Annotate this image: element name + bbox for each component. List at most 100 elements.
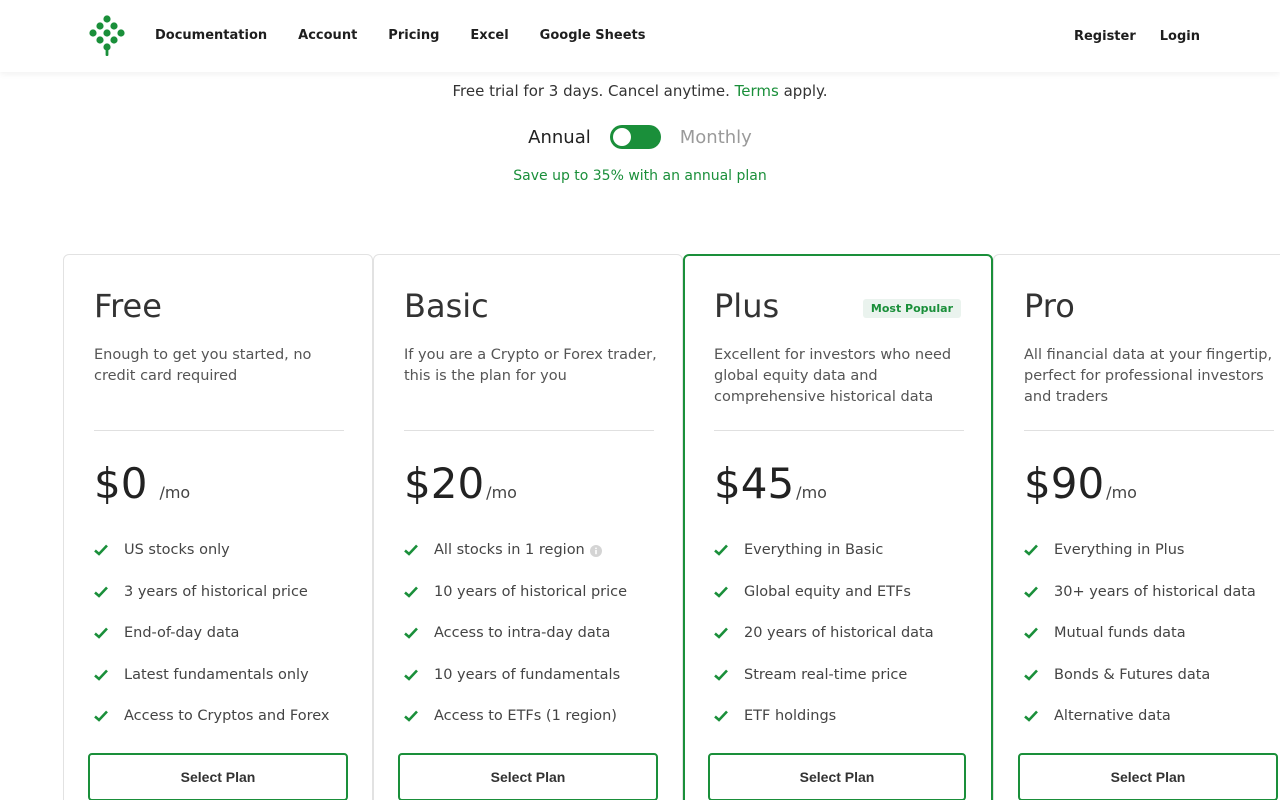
feature-text: All stocks in 1 region xyxy=(434,542,585,558)
price-amount: $20 xyxy=(404,459,485,508)
plan-card-pro: Pro All financial data at your fingertip… xyxy=(993,254,1280,800)
feature-text: Everything in Basic xyxy=(744,542,884,558)
plan-card-plus: Plus Most Popular Excellent for investor… xyxy=(683,254,993,800)
info-icon[interactable] xyxy=(589,545,602,557)
check-icon xyxy=(94,669,108,681)
trial-text-end: apply. xyxy=(778,82,828,100)
check-icon xyxy=(404,710,418,722)
price-period: /mo xyxy=(796,483,827,502)
plan-name: Pro xyxy=(1024,287,1075,325)
price-amount: $0 xyxy=(94,459,148,508)
select-plan-button-basic[interactable]: Select Plan xyxy=(398,753,658,800)
feature-item: Latest fundamentals only xyxy=(94,667,364,709)
feature-item: ETF holdings xyxy=(714,708,984,750)
toggle-knob xyxy=(612,128,631,146)
feature-text: 10 years of historical price xyxy=(434,583,628,600)
plan-price: $90 /mo xyxy=(1024,459,1137,508)
feature-text: Access to ETFs (1 region) xyxy=(434,708,617,724)
trial-notice: Free trial for 3 days. Cancel anytime. T… xyxy=(0,82,1280,100)
feature-item: Everything in Basic xyxy=(714,542,984,584)
trial-text: Free trial for 3 days. Cancel anytime. xyxy=(452,82,735,100)
divider xyxy=(94,430,344,431)
nav-excel[interactable]: Excel xyxy=(470,28,508,43)
plan-description: All financial data at your fingertip, pe… xyxy=(1024,347,1273,405)
check-icon xyxy=(1024,710,1038,722)
annual-label[interactable]: Annual xyxy=(528,127,591,148)
check-icon xyxy=(404,627,418,639)
feature-text: Stream real-time price xyxy=(744,666,908,683)
feature-text: 30+ years of historical data xyxy=(1054,583,1256,600)
feature-item: 3 years of historical price xyxy=(94,584,364,626)
plan-card-free: Free Enough to get you started, no credi… xyxy=(63,254,373,800)
nav-documentation[interactable]: Documentation xyxy=(155,28,267,43)
feature-list: All stocks in 1 region 10 years of histo… xyxy=(404,542,674,750)
check-icon xyxy=(404,544,418,556)
top-navbar: Documentation Account Pricing Excel Goog… xyxy=(0,0,1280,72)
feature-item: Stream real-time price xyxy=(714,667,984,709)
plan-name: Basic xyxy=(404,287,489,325)
feature-item: 20 years of historical data xyxy=(714,625,984,667)
billing-period-toggle[interactable] xyxy=(609,125,661,149)
check-icon xyxy=(404,586,418,598)
divider xyxy=(1024,430,1274,431)
terms-link[interactable]: Terms xyxy=(735,82,779,100)
feature-text: 20 years of historical data xyxy=(744,625,934,641)
feature-list: Everything in Basic Global equity and ET… xyxy=(714,542,984,750)
plan-card-basic: Basic If you are a Crypto or Forex trade… xyxy=(373,254,683,800)
feature-text: Global equity and ETFs xyxy=(744,583,911,600)
feature-item: 10 years of fundamentals xyxy=(404,667,674,709)
login-link[interactable]: Login xyxy=(1160,29,1200,44)
feature-item: Access to ETFs (1 region) xyxy=(404,708,674,750)
check-icon xyxy=(714,669,728,681)
plan-price: $20 /mo xyxy=(404,459,517,508)
feature-text: Everything in Plus xyxy=(1054,542,1185,558)
divider xyxy=(404,430,654,431)
check-icon xyxy=(714,586,728,598)
feature-text: Access to Cryptos and Forex xyxy=(124,708,330,724)
monthly-label[interactable]: Monthly xyxy=(680,127,752,148)
nav-pricing[interactable]: Pricing xyxy=(388,28,439,43)
check-icon xyxy=(94,627,108,639)
feature-item: Mutual funds data xyxy=(1024,625,1280,667)
check-icon xyxy=(1024,586,1038,598)
plan-name: Free xyxy=(94,287,162,325)
check-icon xyxy=(714,627,728,639)
feature-item: Access to Cryptos and Forex xyxy=(94,708,364,750)
price-period: /mo xyxy=(159,483,191,502)
check-icon xyxy=(1024,544,1038,556)
price-period: /mo xyxy=(486,483,517,502)
feature-item: Access to intra-day data xyxy=(404,625,674,667)
check-icon xyxy=(94,710,108,722)
check-icon xyxy=(714,710,728,722)
select-plan-button-free[interactable]: Select Plan xyxy=(88,753,348,800)
feature-item: Bonds & Futures data xyxy=(1024,667,1280,709)
feature-text: 3 years of historical price xyxy=(124,583,308,600)
feature-item: End-of-day data xyxy=(94,625,364,667)
price-amount: $45 xyxy=(714,459,795,508)
plan-price: $0 /mo xyxy=(94,459,190,508)
nav-google-sheets[interactable]: Google Sheets xyxy=(540,28,646,43)
feature-item: All stocks in 1 region xyxy=(404,542,674,584)
feature-list: Everything in Plus 30+ years of historic… xyxy=(1024,542,1280,750)
logo-icon[interactable] xyxy=(86,14,130,58)
select-plan-button-pro[interactable]: Select Plan xyxy=(1018,753,1278,800)
feature-item: 30+ years of historical data xyxy=(1024,584,1280,626)
check-icon xyxy=(1024,669,1038,681)
feature-text: Alternative data xyxy=(1054,708,1171,724)
billing-toggle-row: Annual Monthly xyxy=(0,125,1280,149)
select-plan-button-plus[interactable]: Select Plan xyxy=(708,753,966,800)
feature-item: Global equity and ETFs xyxy=(714,584,984,626)
check-icon xyxy=(94,544,108,556)
feature-text: Latest fundamentals only xyxy=(124,666,309,683)
price-period: /mo xyxy=(1106,483,1137,502)
feature-list: US stocks only 3 years of historical pri… xyxy=(94,542,364,750)
feature-text: End-of-day data xyxy=(124,625,240,641)
nav-account[interactable]: Account xyxy=(298,28,357,43)
feature-item: US stocks only xyxy=(94,542,364,584)
auth-links: Register Login xyxy=(1074,29,1200,44)
feature-item: Everything in Plus xyxy=(1024,542,1280,584)
feature-text: Mutual funds data xyxy=(1054,625,1186,641)
most-popular-badge: Most Popular xyxy=(862,299,961,318)
register-link[interactable]: Register xyxy=(1074,29,1136,44)
divider xyxy=(714,430,964,431)
